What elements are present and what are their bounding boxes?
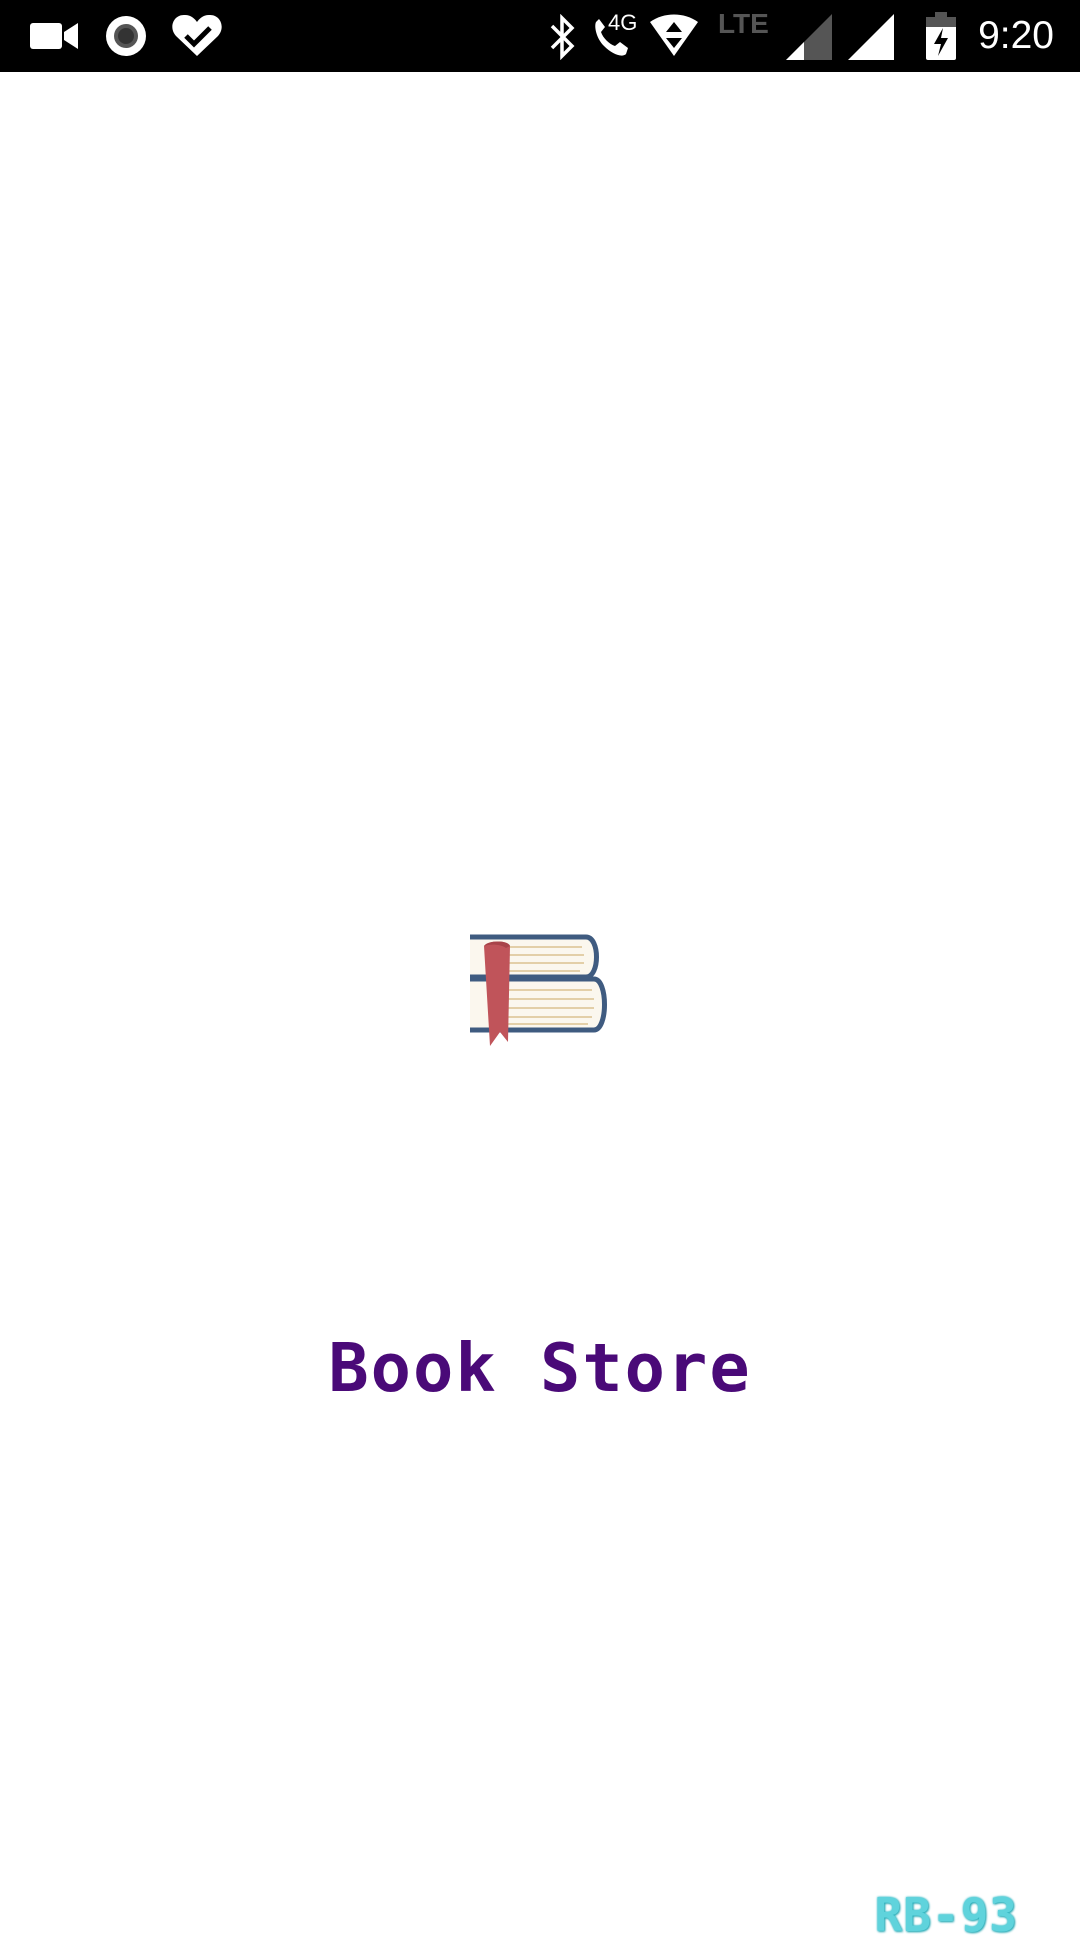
version-tag: RB-93 [874, 1888, 1018, 1942]
splash-screen: Book Store RB-93 [0, 72, 1080, 1942]
signal-icon [786, 14, 832, 60]
books-stack-icon [470, 934, 607, 1046]
lte-label: LTE [718, 8, 769, 39]
battery-charging-icon [926, 12, 956, 60]
data-arrows-icon [650, 14, 698, 56]
status-bar: 4G LTE 9:20 [0, 0, 1080, 72]
bluetooth-icon [550, 14, 575, 60]
heart-check-icon [172, 14, 222, 56]
app-title: Book Store [328, 1329, 752, 1407]
signal-full-icon [848, 14, 894, 60]
network-label: 4G [608, 10, 638, 35]
status-clock: 9:20 [978, 14, 1054, 57]
video-camera-icon [30, 23, 78, 49]
record-icon [106, 16, 146, 56]
